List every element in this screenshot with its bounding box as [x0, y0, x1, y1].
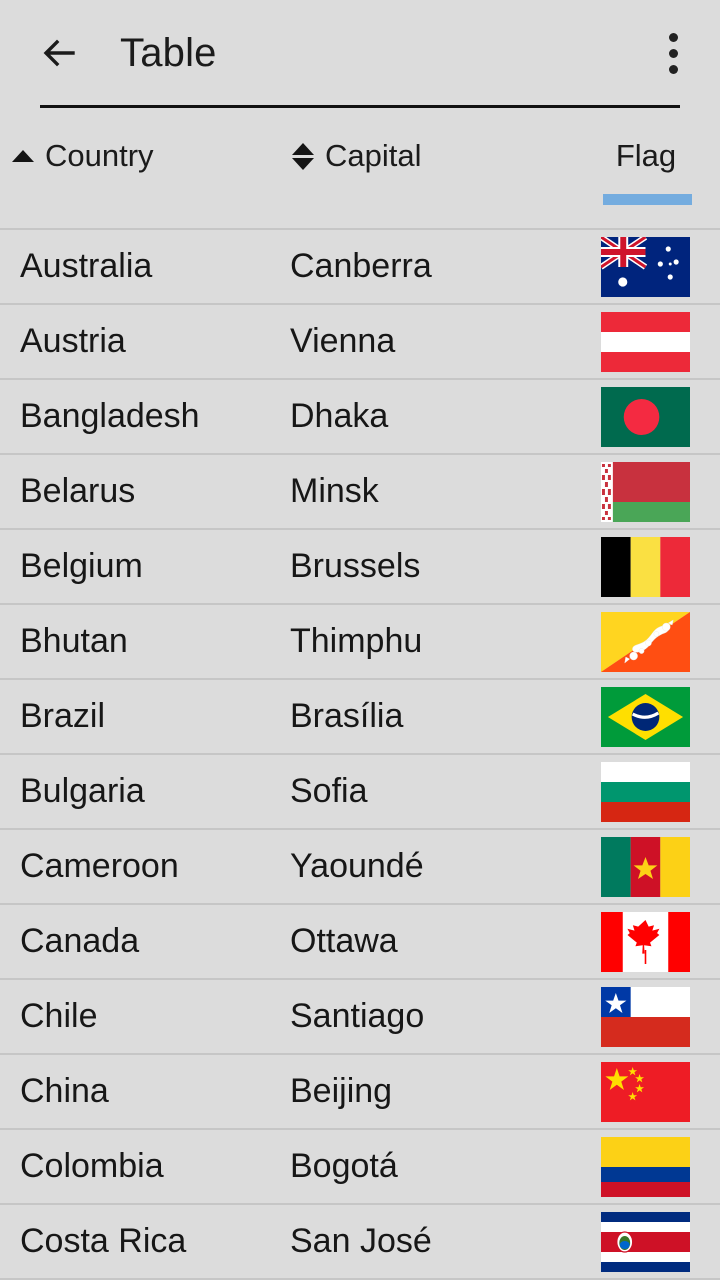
table-row[interactable]: Brazil Brasília — [0, 680, 720, 755]
table-row[interactable]: Colombia Bogotá — [0, 1130, 720, 1205]
cell-country: Belgium — [20, 547, 143, 585]
cell-capital: Thimphu — [290, 622, 423, 660]
app-bar: Table — [0, 0, 720, 118]
cell-capital: Sofia — [290, 772, 368, 810]
cell-country: China — [20, 1072, 109, 1110]
cell-flag — [580, 836, 720, 897]
table-row[interactable]: Austria Vienna — [0, 305, 720, 380]
cell-capital: Bogotá — [290, 1147, 398, 1185]
cell-country: Bhutan — [20, 622, 128, 660]
cell-capital: Vienna — [290, 322, 396, 360]
brazil-flag-icon — [601, 686, 690, 747]
table-row[interactable]: Bulgaria Sofia — [0, 755, 720, 830]
cell-capital: Brasília — [290, 697, 404, 735]
table-row[interactable]: Canada Ottawa — [0, 905, 720, 980]
canada-flag-icon — [601, 911, 690, 972]
column-header-country[interactable]: Country — [0, 118, 290, 194]
column-header-capital[interactable]: Capital — [290, 118, 580, 194]
cell-capital: Dhaka — [290, 397, 389, 435]
cell-capital: Beijing — [290, 1072, 393, 1110]
appbar-divider — [40, 105, 680, 108]
cell-capital: Yaoundé — [290, 847, 424, 885]
bhutan-flag-icon — [601, 611, 690, 672]
bangladesh-flag-icon — [601, 386, 690, 447]
cell-capital: Ottawa — [290, 922, 398, 960]
table-row[interactable]: Belarus Minsk — [0, 455, 720, 530]
arrow-left-icon — [37, 31, 81, 75]
cell-flag — [580, 911, 720, 972]
more-vertical-icon-dot2 — [668, 48, 678, 58]
cell-flag — [580, 1211, 720, 1272]
cell-country: Bangladesh — [20, 397, 200, 435]
column-header-flag-label: Flag — [615, 138, 677, 173]
table-row[interactable]: Bangladesh Dhaka — [0, 380, 720, 455]
cell-flag — [580, 1061, 720, 1122]
table-column-headers: Country Capital Flag — [0, 118, 720, 194]
argentina-flag-icon — [603, 194, 692, 206]
cell-country: Chile — [20, 997, 98, 1035]
column-header-flag[interactable]: Flag — [580, 118, 720, 194]
cell-flag — [580, 386, 720, 447]
table-row[interactable]: Cameroon Yaoundé — [0, 830, 720, 905]
table-body: Australia Canberra Austria Vienna Bangla… — [0, 230, 720, 1280]
cell-country: Colombia — [20, 1147, 164, 1185]
cell-flag — [580, 461, 720, 522]
cell-flag — [580, 1136, 720, 1197]
column-header-country-label: Country — [45, 138, 154, 173]
cell-flag — [580, 236, 720, 297]
bulgaria-flag-icon — [601, 761, 690, 822]
triangle-up-icon — [10, 150, 36, 162]
cell-country: Austria — [20, 322, 126, 360]
cell-flag — [580, 761, 720, 822]
table-row[interactable]: Belgium Brussels — [0, 530, 720, 605]
cell-capital: Minsk — [290, 472, 379, 510]
overflow-menu-button[interactable] — [638, 16, 708, 90]
costarica-flag-icon — [601, 1211, 690, 1272]
chile-flag-icon — [601, 986, 690, 1047]
belarus-flag-icon — [601, 461, 690, 522]
cell-country: Costa Rica — [20, 1222, 187, 1260]
china-flag-icon — [601, 1061, 690, 1122]
cell-flag — [580, 611, 720, 672]
cell-country: Canada — [20, 922, 140, 960]
cameroon-flag-icon — [601, 836, 690, 897]
table-row-partial[interactable]: Argentina Buenos Aires — [0, 194, 720, 230]
cell-flag — [580, 686, 720, 747]
cell-country: Belarus — [20, 472, 136, 510]
belgium-flag-icon — [601, 536, 690, 597]
cell-capital: San José — [290, 1222, 432, 1260]
table-row[interactable]: China Beijing — [0, 1055, 720, 1130]
colombia-flag-icon — [601, 1136, 690, 1197]
australia-flag-icon — [601, 236, 690, 297]
column-header-capital-label: Capital — [325, 138, 422, 173]
cell-capital: Brussels — [290, 547, 421, 585]
cell-country: Bulgaria — [20, 772, 145, 810]
more-vertical-icon-dot3 — [668, 64, 678, 74]
more-vertical-icon — [668, 32, 678, 42]
cell-flag — [580, 536, 720, 597]
table-row[interactable]: Bhutan Thimphu — [0, 605, 720, 680]
cell-country: Cameroon — [20, 847, 179, 885]
cell-capital: Canberra — [290, 247, 432, 285]
table-row[interactable]: Australia Canberra — [0, 230, 720, 305]
cell-flag — [580, 986, 720, 1047]
cell-capital: Santiago — [290, 997, 425, 1035]
table-row[interactable]: Chile Santiago — [0, 980, 720, 1055]
triangle-up-down-icon — [290, 142, 316, 170]
back-button[interactable] — [22, 16, 96, 90]
cell-flag — [580, 311, 720, 372]
page-title: Table — [120, 31, 217, 75]
table-row[interactable]: Costa Rica San José — [0, 1205, 720, 1280]
cell-country: Brazil — [20, 697, 106, 735]
cell-country: Australia — [20, 247, 153, 285]
austria-flag-icon — [601, 311, 690, 372]
